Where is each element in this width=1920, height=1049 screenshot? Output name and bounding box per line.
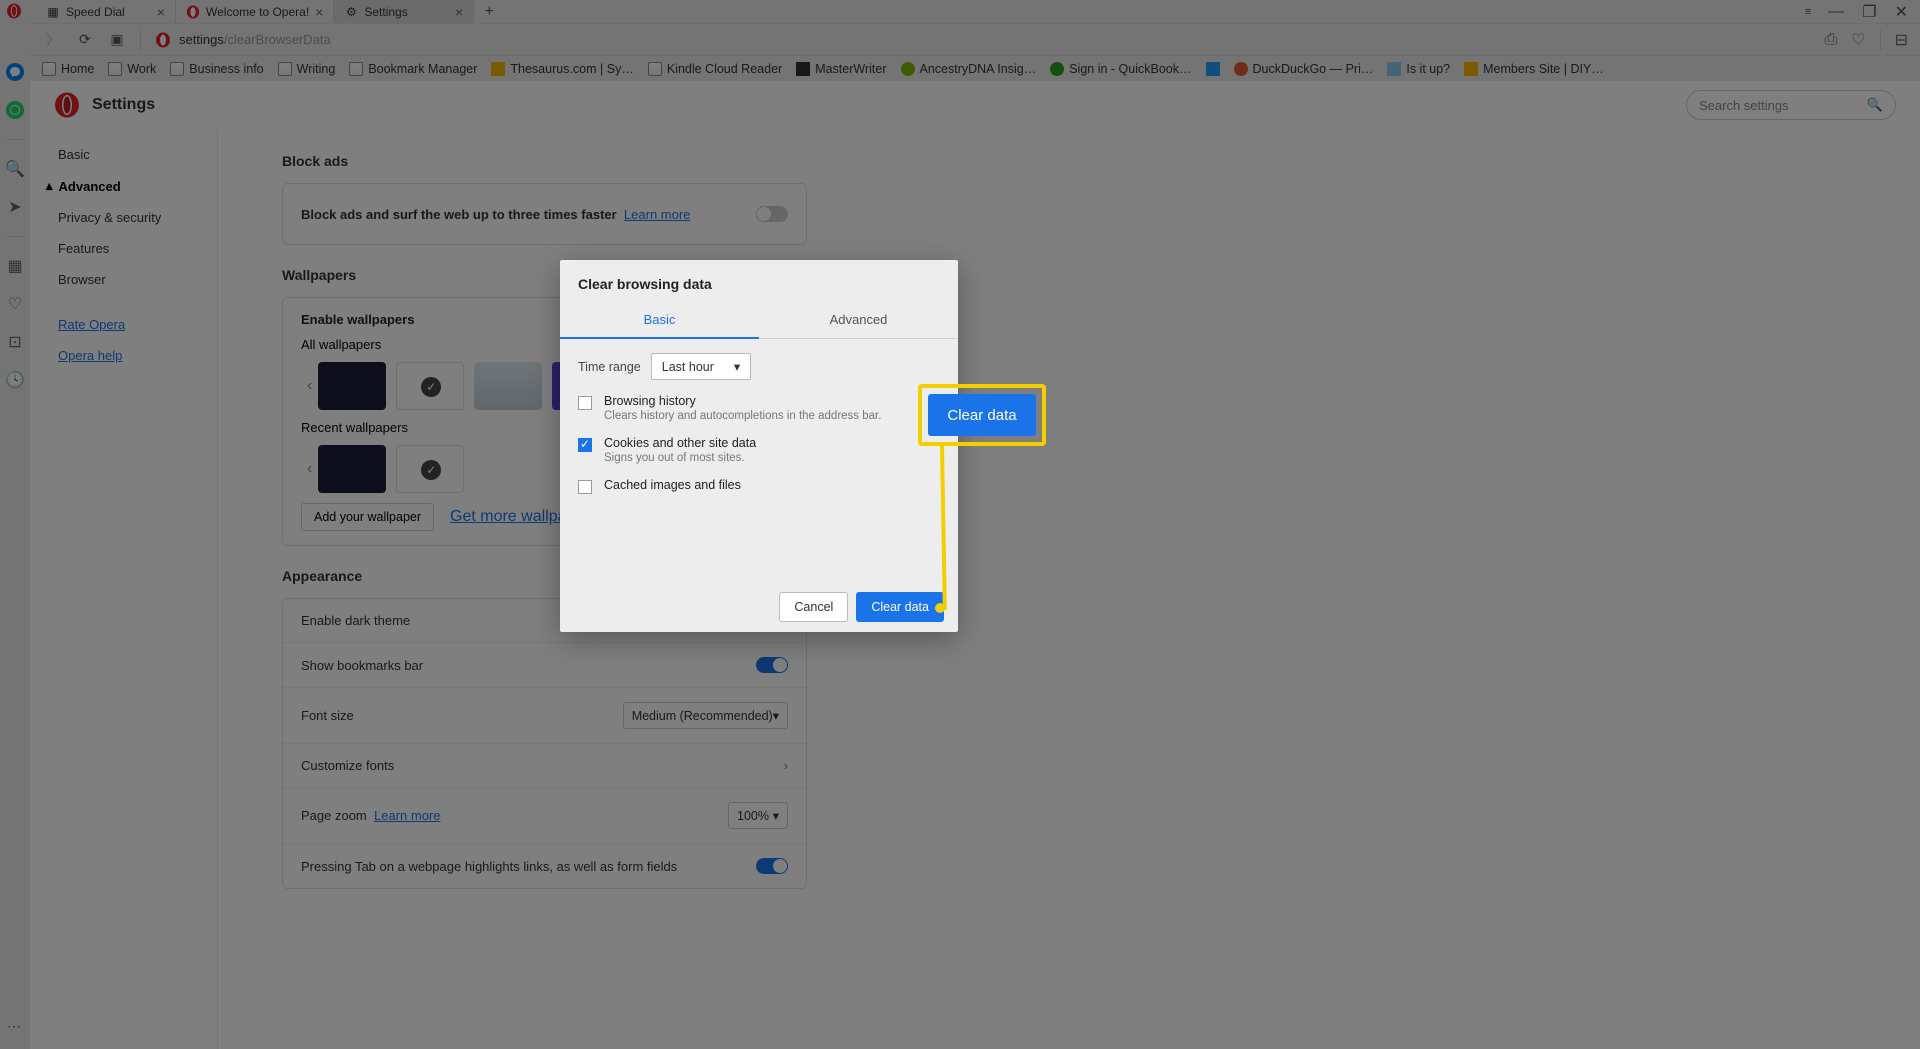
clear-browsing-data-dialog: Clear browsing data Basic Advanced Time …: [560, 260, 958, 632]
cancel-button[interactable]: Cancel: [779, 592, 848, 622]
time-range-select[interactable]: Last hour ▾: [651, 353, 751, 380]
time-range-label: Time range: [578, 360, 641, 374]
callout-endpoint-dot: [935, 603, 945, 613]
dialog-tabs: Basic Advanced: [560, 302, 958, 339]
dialog-title: Clear browsing data: [560, 260, 958, 302]
callout-label-button: Clear data: [928, 394, 1036, 436]
modal-overlay: [0, 0, 1920, 1049]
chevron-down-icon: ▾: [734, 359, 740, 374]
checkbox[interactable]: [578, 438, 592, 452]
checkbox[interactable]: [578, 396, 592, 410]
tab-basic[interactable]: Basic: [560, 302, 759, 339]
dialog-body: Time range Last hour ▾ Browsing history …: [560, 339, 958, 582]
clear-data-button[interactable]: Clear data: [856, 592, 944, 622]
option-cookies[interactable]: Cookies and other site data Signs you ou…: [578, 436, 940, 464]
tab-advanced[interactable]: Advanced: [759, 302, 958, 338]
dialog-footer: Cancel Clear data: [560, 582, 958, 632]
checkbox[interactable]: [578, 480, 592, 494]
option-cached[interactable]: Cached images and files: [578, 478, 940, 494]
option-browsing-history[interactable]: Browsing history Clears history and auto…: [578, 394, 940, 422]
